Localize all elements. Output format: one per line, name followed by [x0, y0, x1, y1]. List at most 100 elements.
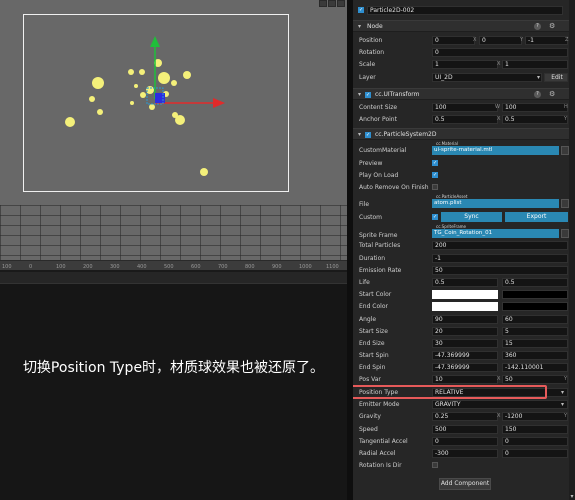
axis-y-label: Y [564, 413, 568, 419]
gizmo-x-arrow[interactable] [213, 98, 225, 108]
end-spin-var-field[interactable]: -142.110001 [502, 363, 568, 372]
preview-checkbox[interactable] [432, 160, 438, 166]
end-size-var-field[interactable]: 15 [502, 339, 568, 348]
position-z-field[interactable]: -1 [525, 36, 568, 45]
inspector-scrollbar[interactable]: ▾ [569, 0, 575, 500]
gear-icon[interactable]: ⚙ [549, 22, 555, 30]
duration-label: Duration [359, 254, 386, 262]
start-color-var-swatch[interactable] [502, 290, 568, 299]
gravity-y-field[interactable]: -1200 [502, 412, 568, 421]
preview-row: Preview [353, 157, 568, 169]
chevron-down-icon[interactable]: ▾ [358, 91, 361, 98]
start-color-swatch[interactable] [432, 290, 498, 299]
scale-row: Scale 1 X 1 [353, 58, 568, 70]
tangential-field[interactable]: 0 [432, 437, 498, 446]
sprite-frame-value[interactable]: TG_Coin_Rotation_01 [432, 229, 559, 238]
scale-x-field[interactable]: 1 [432, 60, 498, 69]
asset-picker-icon[interactable] [561, 199, 569, 208]
layer-row: Layer UI_2D ▾ Edit [353, 71, 568, 83]
scale-y-field[interactable]: 1 [502, 60, 568, 69]
ruler-tick: 800 [245, 264, 255, 270]
tangential-row: Tangential Accel 0 0 [353, 435, 568, 447]
start-size-field[interactable]: 20 [432, 327, 498, 336]
custom-material-asset[interactable]: cc.Material ui-sprite-material.mtl [432, 141, 569, 156]
node-active-checkbox[interactable] [358, 7, 364, 13]
particle-enabled-checkbox[interactable] [365, 132, 371, 138]
custom-material-value[interactable]: ui-sprite-material.mtl [432, 146, 559, 155]
help-icon[interactable]: ? [534, 91, 541, 98]
section-particle-system[interactable]: ▾ cc.ParticleSystem2D [353, 128, 575, 140]
radial-var-field[interactable]: 0 [502, 449, 568, 458]
gravity-x-field[interactable]: 0.25 [432, 412, 498, 421]
chevron-down-icon[interactable]: ▾ [358, 131, 361, 138]
end-color-swatch[interactable] [432, 302, 498, 311]
anchor-x-field[interactable]: 0.5 [432, 115, 498, 124]
radial-field[interactable]: -300 [432, 449, 498, 458]
emission-rate-field[interactable]: 50 [432, 266, 568, 275]
angle-field[interactable]: 90 [432, 315, 498, 324]
particle [89, 96, 95, 102]
play-on-load-checkbox[interactable] [432, 172, 438, 178]
content-width-field[interactable]: 100 [432, 103, 498, 112]
position-x-field[interactable]: 0 [432, 36, 475, 45]
sprite-frame-asset[interactable]: cc.SpriteFrame TG_Coin_Rotation_01 [432, 224, 569, 239]
section-node[interactable]: ▾ Node ? ⚙ [353, 20, 575, 32]
duration-field[interactable]: -1 [432, 254, 568, 263]
file-value[interactable]: atom.plist [432, 199, 559, 208]
start-size-var-field[interactable]: 5 [502, 327, 568, 336]
pos-var-y-field[interactable]: 50 [502, 375, 568, 384]
anchor-y-field[interactable]: 0.5 [502, 115, 568, 124]
content-height-field[interactable]: 100 [502, 103, 568, 112]
node-name-field[interactable]: Particle2D-002 [367, 6, 563, 15]
section-uitransform[interactable]: ▾ cc.UITransform ? ⚙ [353, 88, 575, 100]
help-icon[interactable]: ? [534, 23, 541, 30]
total-particles-field[interactable]: 200 [432, 241, 568, 250]
particle [134, 84, 138, 88]
export-button[interactable]: Export [505, 212, 568, 222]
layer-edit-button[interactable]: Edit [544, 73, 568, 82]
tangential-var-field[interactable]: 0 [502, 437, 568, 446]
life-var-field[interactable]: 0.5 [502, 278, 568, 287]
custom-material-label: CustomMaterial [359, 147, 407, 154]
end-spin-field[interactable]: -47.369999 [432, 363, 498, 372]
rotation-field[interactable]: 0 [432, 48, 568, 57]
speed-row: Speed 500 150 [353, 423, 568, 435]
life-field[interactable]: 0.5 [432, 278, 498, 287]
asset-picker-icon[interactable] [561, 146, 569, 155]
ruler-tick: 1100 [326, 264, 339, 270]
speed-field[interactable]: 500 [432, 425, 498, 434]
axis-x-label: X [473, 37, 477, 43]
axis-x-label: X [497, 61, 501, 67]
chevron-down-icon: ▾ [561, 401, 565, 408]
auto-remove-checkbox[interactable] [432, 184, 438, 190]
gear-icon[interactable]: ⚙ [549, 90, 555, 98]
asset-picker-icon[interactable] [561, 229, 569, 238]
end-size-field[interactable]: 30 [432, 339, 498, 348]
particle [158, 72, 170, 84]
layer-select[interactable]: UI_2D [432, 73, 542, 82]
end-spin-label: End Spin [359, 363, 386, 371]
speed-var-field[interactable]: 150 [502, 425, 568, 434]
content-size-row: Content Size 100 W 100 H [353, 101, 568, 113]
ruler-tick: 300 [110, 264, 120, 270]
chevron-down-icon[interactable]: ▾ [569, 493, 575, 500]
uitransform-enabled-checkbox[interactable] [365, 92, 371, 98]
sync-button[interactable]: Sync [441, 212, 502, 222]
angle-var-field[interactable]: 60 [502, 315, 568, 324]
chevron-down-icon[interactable]: ▾ [358, 23, 361, 30]
add-component-button[interactable]: Add Component [439, 478, 491, 490]
file-asset[interactable]: cc.ParticleAsset atom.plist [432, 194, 569, 209]
scene-viewport[interactable]: 100 0 100 200 300 400 500 600 700 800 900 1000 1100 [0, 0, 347, 270]
start-spin-var-field[interactable]: 360 [502, 351, 568, 360]
end-color-var-swatch[interactable] [502, 302, 568, 311]
ruler-tick: 500 [164, 264, 174, 270]
gizmo-y-arrow[interactable] [150, 36, 160, 47]
emitter-mode-select[interactable]: GRAVITY [432, 400, 568, 409]
axis-x-label: X [497, 376, 501, 382]
pos-var-x-field[interactable]: 10 [432, 375, 498, 384]
rotation-is-dir-checkbox[interactable] [432, 462, 438, 468]
custom-label: Custom [359, 213, 382, 221]
start-spin-field[interactable]: -47.369999 [432, 351, 498, 360]
position-y-field[interactable]: 0 [479, 36, 522, 45]
custom-checkbox[interactable] [432, 214, 438, 220]
